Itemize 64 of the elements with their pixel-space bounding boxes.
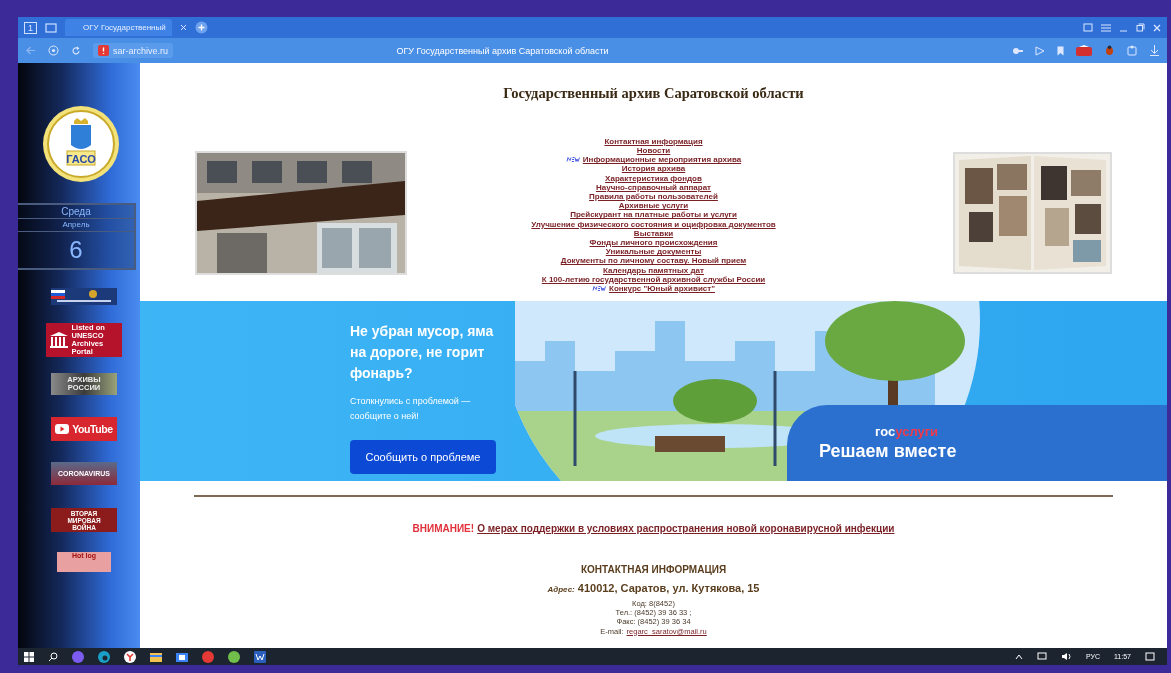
contacts-heading: КОНТАКТНАЯ ИНФОРМАЦИЯ [580,564,727,575]
volume-icon[interactable] [1060,652,1072,661]
address-text: 410012, Саратов, ул. Кутякова, 15 [577,582,760,594]
emblem-logo: ГАСО [42,105,120,183]
report-button[interactable]: Сообщить о проблеме [350,440,496,474]
store-icon[interactable] [176,651,188,662]
app-icon[interactable] [228,650,240,663]
menu-link[interactable]: Правила работы пользователей [589,192,718,202]
calendar-day: 6 [69,232,83,268]
key-icon[interactable] [1012,45,1023,56]
gosuslugi-logo: госуслуги [875,424,939,439]
word-icon[interactable] [254,650,266,663]
send-icon[interactable] [1035,45,1045,56]
site-title: Государственный архив Саратовской области [502,85,805,103]
menu-link[interactable]: Выставки [633,228,674,238]
address-label: Адрес: [547,585,575,594]
warning-icon [98,45,109,56]
temple-icon [48,331,69,349]
app-icon[interactable] [72,650,84,663]
menu-link[interactable]: Новости [636,145,671,156]
folder-icon[interactable] [150,651,162,662]
play-icon [55,424,70,434]
browser-tab[interactable]: ОГУ Государственный [65,19,172,36]
close-icon[interactable] [179,24,187,31]
menu-link[interactable]: Прейскурант на платные работы и услуги [570,210,737,220]
menu-link[interactable]: Характеристика фондов [605,173,702,183]
menu-link[interactable]: К 100-летию государственной архивной службы России [541,274,766,284]
menu-link[interactable]: Конкурс "Юный архивист" [609,284,715,294]
menu-link[interactable]: Фонды личного происхождения [589,238,718,248]
browser-icon[interactable] [124,650,136,663]
search-icon[interactable] [48,651,58,662]
calendar-weekday: Среда [18,205,134,219]
menu-icon[interactable] [1101,23,1111,32]
menu-link[interactable]: Научно-справочный аппарат [595,182,712,192]
bug-icon[interactable] [1104,45,1115,56]
menu-link[interactable]: История архива [621,164,686,174]
menu-link[interactable]: Информационные мероприятия архива [582,155,742,165]
download-icon[interactable] [1150,45,1159,56]
menu-link[interactable]: Архивные услуги [618,201,689,211]
menu-link[interactable]: Уникальные документы [605,247,702,257]
start-icon[interactable] [24,651,34,662]
app-icon[interactable] [202,650,214,663]
tab-counter[interactable]: 1 [24,21,37,34]
new-tab-icon[interactable] [194,21,208,34]
menu-link[interactable]: Календарь памятных дат [603,265,704,275]
notice-link[interactable]: О мерах поддержки в условиях распространения новой коронавирусной инфекции [477,523,895,534]
menu-link[interactable]: Контактная информация [604,136,703,146]
notice-label: ВНИМАНИЕ! [412,523,475,534]
restore-icon[interactable] [1136,23,1145,32]
page-title: ОГУ Государственный архив Саратовской области [395,45,610,56]
menu-link[interactable]: Документы по личному составу. Новый прием [560,256,747,266]
edge-icon[interactable] [98,650,110,663]
tabs-icon[interactable] [45,22,57,33]
calendar-month: Апрель [18,219,134,232]
menu-link[interactable]: Улучшение физического состояния и оцифровка документов [531,219,776,229]
promo-headline: Не убран мусор, яма на дороге, не горит фонарь? [350,322,495,383]
promo-subtext: Столкнулись с проблемой — сообщите о ней! [350,395,472,423]
banner-text: YouTube [72,423,113,435]
chevron-up-icon[interactable] [1014,653,1023,660]
close-icon[interactable] [1153,23,1161,32]
reload-icon[interactable] [71,45,81,56]
promo-slogan: Решаем вместе [819,441,958,462]
gosuslugi-banner[interactable] [51,288,117,305]
youtube-banner[interactable]: YouTube [51,417,117,441]
